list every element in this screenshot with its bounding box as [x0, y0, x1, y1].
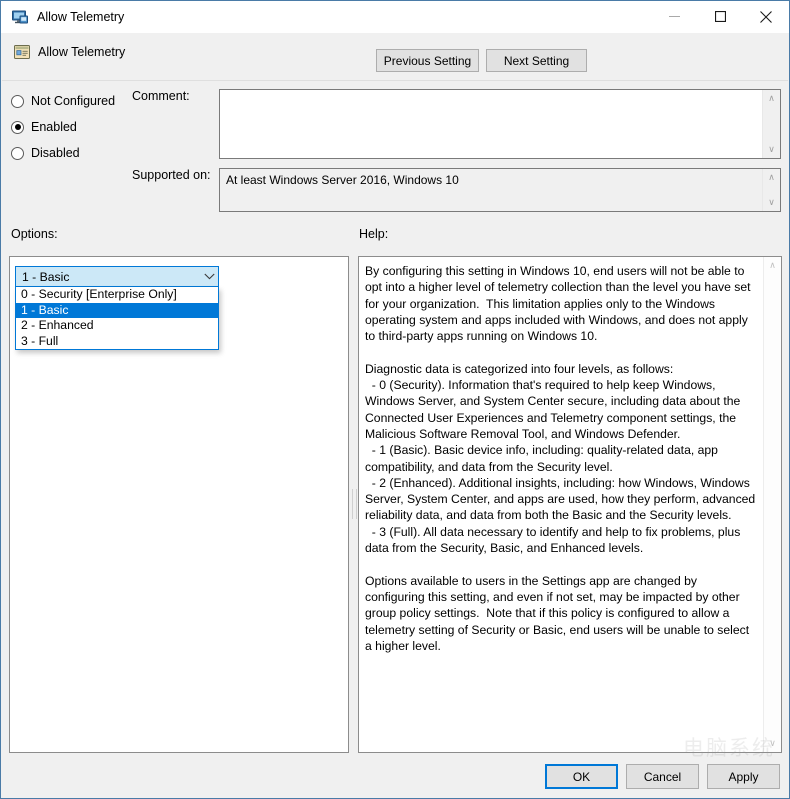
window-title: Allow Telemetry: [37, 10, 125, 24]
scroll-down-icon[interactable]: ∨: [764, 735, 781, 752]
options-label: Options:: [11, 227, 58, 241]
close-button[interactable]: [743, 1, 789, 32]
radio-label: Enabled: [31, 120, 77, 134]
scroll-up-icon[interactable]: ∧: [763, 169, 780, 186]
cancel-button[interactable]: Cancel: [626, 764, 699, 789]
dropdown-item-basic[interactable]: 1 - Basic: [16, 302, 218, 318]
previous-setting-button[interactable]: Previous Setting: [376, 49, 479, 72]
radio-not-configured[interactable]: Not Configured: [11, 88, 131, 114]
radio-indicator: [11, 146, 24, 160]
scroll-down-icon[interactable]: ∨: [763, 194, 780, 211]
apply-button[interactable]: Apply: [707, 764, 780, 789]
dropdown-item-security[interactable]: 0 - Security [Enterprise Only]: [16, 287, 218, 303]
policy-monitor-icon: [11, 8, 29, 26]
telemetry-level-dropdown-list[interactable]: 0 - Security [Enterprise Only] 1 - Basic…: [15, 287, 219, 350]
radio-label: Not Configured: [31, 94, 116, 108]
next-setting-button[interactable]: Next Setting: [486, 49, 587, 72]
help-scrollbar[interactable]: ∧ ∨: [763, 257, 781, 752]
window-controls: [651, 1, 789, 33]
ok-button[interactable]: OK: [545, 764, 618, 789]
comment-field[interactable]: ∧ ∨: [219, 89, 781, 159]
panel-splitter[interactable]: [350, 256, 357, 753]
dropdown-item-full[interactable]: 3 - Full: [16, 334, 218, 350]
telemetry-level-combobox[interactable]: 1 - Basic: [15, 266, 219, 287]
help-panel: By configuring this setting in Windows 1…: [358, 256, 782, 753]
allow-telemetry-dialog: Allow Telemetry Allow Telemetry Previous…: [0, 0, 790, 799]
radio-indicator: [11, 120, 24, 134]
supported-on-field: At least Windows Server 2016, Windows 10…: [219, 168, 781, 212]
title-bar: Allow Telemetry: [1, 1, 789, 33]
minimize-button[interactable]: [651, 1, 697, 32]
supported-on-scrollbar[interactable]: ∧ ∨: [762, 169, 780, 211]
scroll-up-icon[interactable]: ∧: [763, 90, 780, 107]
policy-state-radio-group: Not Configured Enabled Disabled: [11, 88, 131, 166]
chevron-down-icon[interactable]: [200, 273, 218, 280]
scroll-up-icon[interactable]: ∧: [764, 257, 781, 274]
radio-label: Disabled: [31, 146, 80, 160]
help-label: Help:: [359, 227, 389, 241]
radio-indicator: [11, 94, 24, 108]
dropdown-item-enhanced[interactable]: 2 - Enhanced: [16, 318, 218, 334]
supported-on-label: Supported on:: [132, 168, 211, 182]
comment-scrollbar[interactable]: ∧ ∨: [762, 90, 780, 158]
radio-enabled[interactable]: Enabled: [11, 114, 131, 140]
comment-label: Comment:: [132, 89, 190, 103]
combobox-value: 1 - Basic: [22, 269, 70, 284]
supported-on-text: At least Windows Server 2016, Windows 10: [226, 173, 459, 187]
maximize-button[interactable]: [697, 1, 743, 32]
radio-disabled[interactable]: Disabled: [11, 140, 131, 166]
comment-text[interactable]: [220, 90, 762, 158]
policy-setting-icon: [13, 43, 31, 61]
setting-title: Allow Telemetry: [38, 45, 126, 59]
help-text: By configuring this setting in Windows 1…: [365, 264, 756, 653]
scroll-down-icon[interactable]: ∨: [763, 141, 780, 158]
